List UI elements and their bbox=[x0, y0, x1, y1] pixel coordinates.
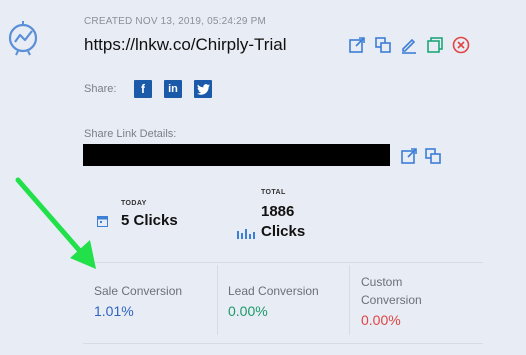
custom-conversion-value: 0.00% bbox=[361, 312, 401, 328]
today-caption: TODAY bbox=[121, 200, 147, 207]
delete-icon[interactable] bbox=[451, 35, 471, 55]
link-actions-toolbar bbox=[347, 35, 471, 55]
copy-icon[interactable] bbox=[373, 35, 393, 55]
lead-conversion-label: Lead Conversion bbox=[228, 284, 319, 298]
sale-conversion-block: Sale Conversion 1.01% bbox=[94, 262, 212, 342]
custom-conversion-block: Custom Conversion 0.00% bbox=[361, 262, 441, 342]
share-link-details-label: Share Link Details: bbox=[84, 128, 177, 140]
conversion-separator bbox=[217, 265, 218, 335]
conversion-bottom-divider bbox=[83, 343, 483, 344]
linkedin-icon: in bbox=[168, 83, 178, 95]
sale-conversion-label: Sale Conversion bbox=[94, 284, 183, 298]
edit-icon[interactable] bbox=[399, 35, 419, 55]
facebook-icon: f bbox=[141, 82, 145, 96]
total-clicks-unit: Clicks bbox=[261, 223, 306, 240]
total-caption: TOTAL bbox=[261, 189, 286, 196]
short-link-url[interactable]: https://lnkw.co/Chirply-Trial bbox=[84, 35, 286, 55]
total-clicks-count: 1886 bbox=[261, 203, 295, 220]
today-clicks: 5 Clicks bbox=[121, 212, 178, 229]
lead-conversion-value: 0.00% bbox=[228, 303, 268, 319]
twitter-share-button[interactable] bbox=[194, 80, 212, 98]
duplicate-icon[interactable] bbox=[425, 35, 445, 55]
open-share-link-icon[interactable] bbox=[399, 146, 419, 166]
share-link-actions bbox=[399, 146, 443, 166]
linkedin-share-button[interactable]: in bbox=[164, 80, 182, 98]
twitter-icon bbox=[196, 83, 210, 95]
sale-conversion-value: 1.01% bbox=[94, 303, 134, 319]
facebook-share-button[interactable]: f bbox=[134, 80, 152, 98]
share-label: Share: bbox=[84, 83, 117, 95]
total-clicks: 1886 Clicks bbox=[261, 202, 305, 242]
redacted-link-field bbox=[83, 144, 390, 166]
annotation-arrow-icon bbox=[10, 172, 110, 272]
created-timestamp: CREATED NOV 13, 2019, 05:24:29 PM bbox=[84, 16, 267, 27]
open-external-icon[interactable] bbox=[347, 35, 367, 55]
custom-conversion-label: Custom Conversion bbox=[361, 275, 422, 307]
app-logo-icon bbox=[5, 20, 41, 56]
copy-share-link-icon[interactable] bbox=[423, 146, 443, 166]
lead-conversion-block: Lead Conversion 0.00% bbox=[228, 262, 346, 342]
conversion-separator bbox=[349, 265, 350, 335]
bar-chart-icon bbox=[237, 226, 257, 239]
